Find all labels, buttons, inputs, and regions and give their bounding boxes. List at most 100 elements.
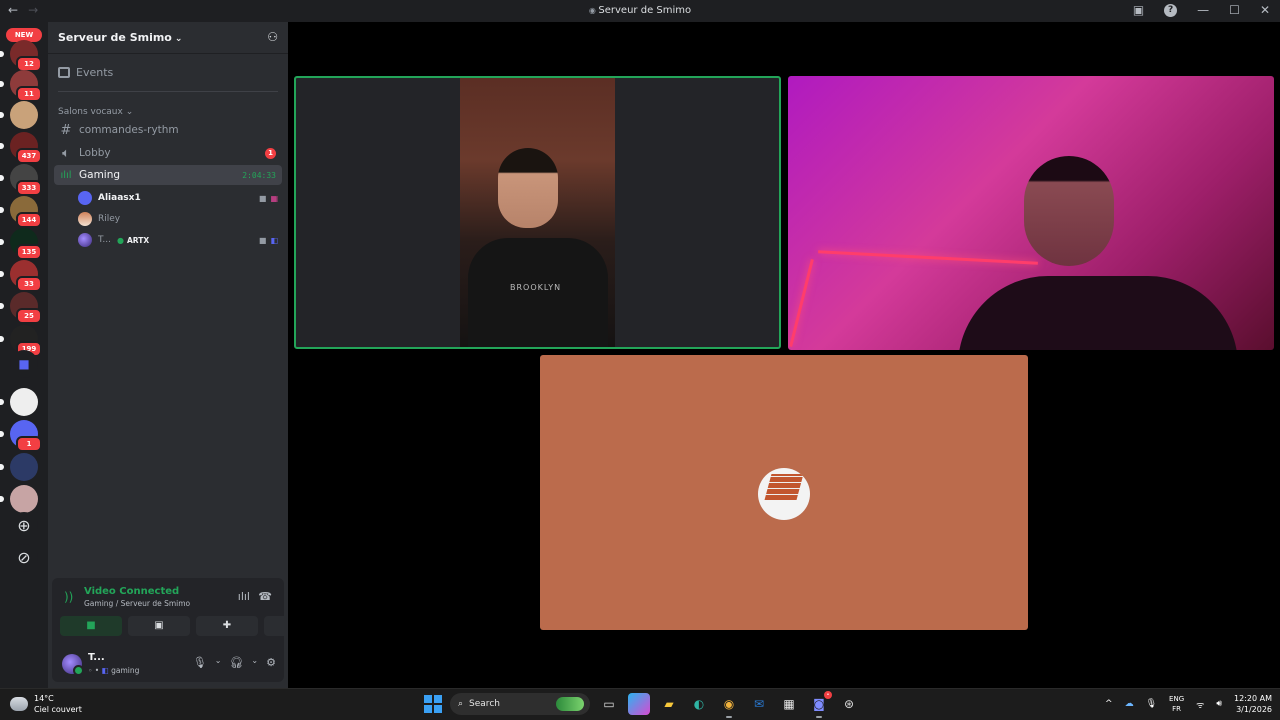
volume-icon[interactable]: 🔊︎ (1216, 699, 1222, 709)
server-name[interactable]: Serveur de Smimo ⌄ (58, 31, 182, 44)
wifi-icon[interactable]: ᯤ (1196, 698, 1204, 711)
clock[interactable]: 12:20 AM 3/1/2026 (1234, 693, 1272, 715)
voice-status-subtitle[interactable]: Gaming / Serveur de Smimo (84, 599, 190, 608)
close-icon[interactable]: ✕ (1260, 3, 1270, 17)
voice-status-title[interactable]: Video Connected (84, 586, 179, 597)
unread-pip (0, 81, 4, 87)
steam-icon[interactable]: ⊛ (838, 693, 860, 715)
voice-user-aliaasx1[interactable]: Aliaasx1 ■ ▦ (78, 189, 280, 207)
add-server-icon[interactable]: ⊕ (10, 512, 38, 540)
server-avatar (10, 388, 38, 416)
category-voice[interactable]: Salons vocaux ⌄ (58, 107, 133, 117)
cloud-icon (10, 697, 28, 711)
video-tile-aliaasx1[interactable]: BROOKLYN (294, 76, 781, 349)
chevron-up-icon[interactable]: ^ (1105, 699, 1113, 709)
brick-image (764, 474, 804, 500)
user-name: Riley (98, 214, 121, 224)
avatar[interactable] (62, 654, 84, 676)
video-tile-participant-2[interactable] (788, 76, 1274, 350)
server-rail: NEW 12 11 437 333 144 135 33 25 199 1 ■ ⊕ ⊘ (0, 22, 48, 688)
language-indicator[interactable]: ENG FR (1169, 694, 1184, 714)
mention-badge: 33 (16, 276, 42, 292)
server-icon[interactable]: 11 (0, 70, 42, 102)
server-icon[interactable] (0, 388, 38, 416)
window-title-text: Serveur de Smimo (598, 5, 692, 16)
weather-desc: Ciel couvert (34, 705, 82, 714)
store-icon[interactable]: ▦ (778, 693, 800, 715)
help-icon[interactable]: ? (1164, 3, 1178, 17)
channel-label: commandes-rythm (79, 124, 179, 136)
server-name-text: Serveur de Smimo (58, 31, 172, 44)
weather-widget[interactable]: 14°C Ciel couvert (10, 693, 82, 715)
disconnect-icon[interactable]: ☎ (258, 590, 272, 603)
shirt-print: BROOKLYN (510, 283, 562, 292)
camera-button[interactable]: ■ (60, 616, 122, 636)
copilot-icon[interactable] (628, 693, 650, 715)
status-emoji-icon: ● (117, 235, 124, 245)
unread-pip (0, 271, 4, 277)
camera-icon: ■ (258, 193, 267, 203)
user-name: Aliaasx1 (98, 193, 141, 203)
events-item[interactable]: Events (58, 66, 113, 79)
task-view-icon[interactable]: ▭ (598, 693, 620, 715)
voice-user-riley[interactable]: Riley (78, 210, 280, 228)
inbox-icon[interactable]: ▣ (1133, 3, 1144, 17)
folder-icon[interactable]: ■ (10, 350, 38, 378)
user-name[interactable]: T... (88, 652, 105, 663)
server-small-icon: ◉ (588, 6, 599, 15)
signal-icon[interactable]: )) (64, 590, 73, 604)
unread-pip (0, 112, 4, 118)
avatar (78, 212, 92, 226)
chrome-icon[interactable]: ◉ (718, 693, 740, 718)
unread-pip (0, 207, 4, 213)
channel-lobby[interactable]: 🔈︎ Lobby 1 (54, 143, 282, 163)
video-tile-riley[interactable] (540, 355, 1028, 630)
onedrive-icon[interactable]: ☁ (1125, 699, 1134, 709)
server-icon[interactable]: 25 (0, 292, 42, 324)
led-strip (818, 250, 1038, 265)
noise-suppression-icon[interactable]: ılıl (238, 590, 250, 603)
edge-icon[interactable]: ◐ (688, 693, 710, 715)
chevron-down-icon[interactable]: ⌄ (251, 656, 258, 669)
channel-gaming[interactable]: ılıl Gaming 2:04:33 (54, 165, 282, 185)
avatar (78, 191, 92, 205)
server-icon[interactable]: 12 (0, 40, 42, 72)
microphone-icon[interactable]: 🎙︎ (193, 656, 207, 669)
camera-feed: BROOKLYN (460, 78, 615, 347)
server-icon[interactable] (0, 101, 38, 129)
settings-gear-icon[interactable]: ⚙ (266, 656, 276, 669)
taskbar-search[interactable]: ⌕ Search (450, 693, 590, 715)
server-icon[interactable]: 437 (0, 132, 42, 164)
screen-share-button[interactable]: ▣ (128, 616, 190, 636)
voice-action-buttons: ■ ▣ ✚ ♪ (60, 616, 326, 636)
minimize-icon[interactable]: — (1197, 3, 1209, 17)
microphone-icon[interactable]: 🎙︎ (1146, 699, 1157, 709)
server-icon[interactable]: 1 (0, 420, 42, 452)
file-explorer-icon[interactable]: ▰ (658, 693, 680, 715)
server-icon[interactable]: 33 (0, 260, 42, 292)
unread-pip (0, 496, 4, 502)
video-stage: BROOKLYN (288, 22, 1280, 688)
outlook-icon[interactable]: ✉ (748, 693, 770, 715)
user-controls: 🎙︎ ⌄ 🎧︎ ⌄ ⚙ (193, 656, 276, 669)
channel-label: Lobby (79, 147, 111, 159)
discord-icon[interactable]: ◙ • (808, 691, 832, 718)
server-icon[interactable]: 199 (0, 325, 42, 357)
server-icon[interactable]: 333 (0, 164, 42, 196)
taskbar-apps: ⌕ Search ▭ ▰ ◐ ◉ ✉ ▦ ◙ • ⊛ (424, 691, 860, 718)
activities-button[interactable]: ✚ (196, 616, 258, 636)
windows-start-icon[interactable] (424, 695, 442, 713)
headphones-icon[interactable]: 🎧︎ (229, 656, 243, 669)
led-strip (789, 258, 814, 348)
discover-icon[interactable]: ⊘ (10, 544, 38, 572)
chevron-down-icon[interactable]: ⌄ (215, 656, 222, 669)
server-header[interactable]: Serveur de Smimo ⌄ ⚇ (48, 22, 288, 54)
server-icon[interactable] (0, 453, 38, 481)
invite-icon[interactable]: ⚇ (267, 30, 278, 44)
server-icon[interactable] (0, 485, 38, 513)
voice-user-self[interactable]: T... ● ARTX ■ ◧ (78, 231, 280, 249)
channel-commandes-rythm[interactable]: # commandes-rythm (54, 120, 282, 140)
server-icon[interactable]: 144 (0, 196, 42, 228)
maximize-icon[interactable]: ☐ (1229, 3, 1240, 17)
server-icon[interactable]: 135 (0, 228, 42, 260)
